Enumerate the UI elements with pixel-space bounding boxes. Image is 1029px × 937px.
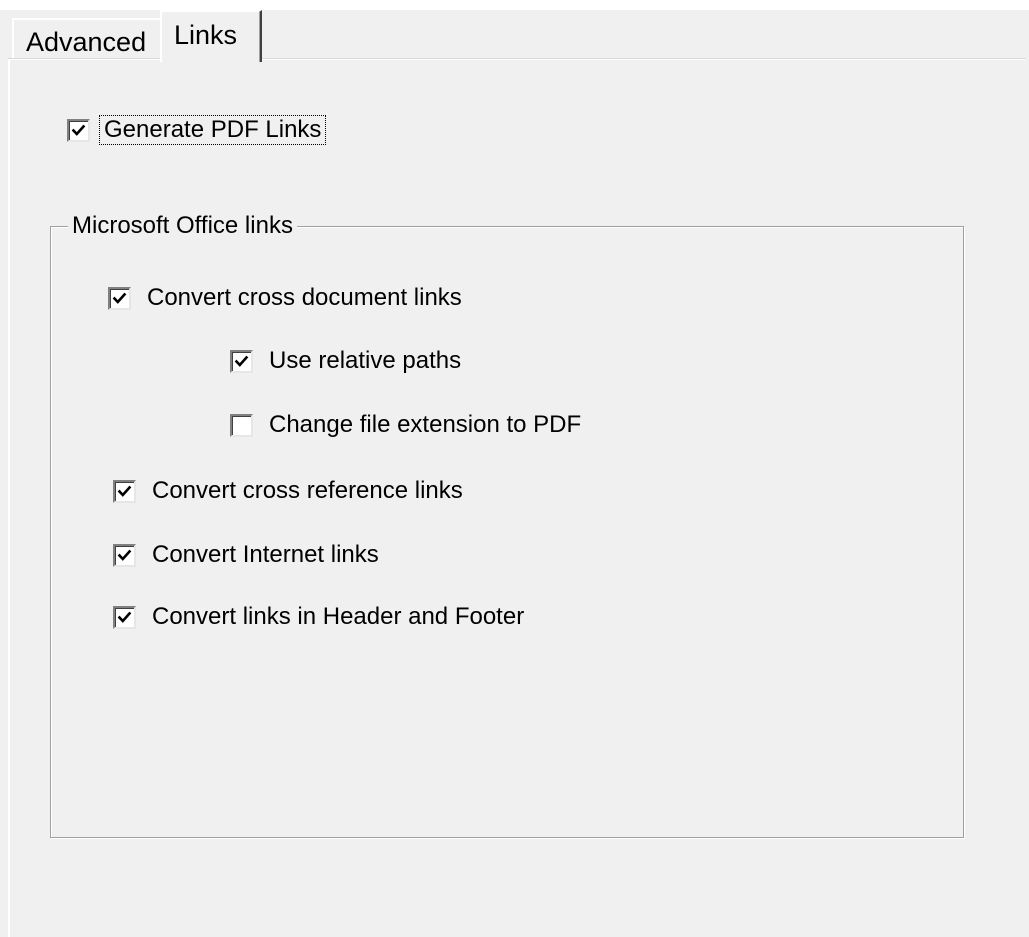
convert-cross-reference-links-label[interactable]: Convert cross reference links [152,479,463,503]
check-mark-icon [117,611,132,623]
convert-cross-document-links-checkbox[interactable] [108,286,131,310]
microsoft-office-links-group [50,226,964,838]
change-file-extension-option[interactable]: Change file extension to PDF [230,413,581,437]
convert-header-footer-links-label[interactable]: Convert links in Header and Footer [152,605,524,629]
generate-pdf-links-option[interactable]: Generate PDF Links [67,115,327,145]
check-mark-icon [117,485,132,497]
convert-header-footer-links-checkbox[interactable] [113,605,136,629]
use-relative-paths-checkbox[interactable] [230,349,253,373]
check-mark-icon [71,124,86,136]
tab-advanced[interactable]: Advanced [12,18,160,60]
use-relative-paths-label[interactable]: Use relative paths [269,349,461,373]
tab-links-label: Links [174,20,238,50]
top-strip [0,0,1029,10]
convert-cross-reference-links-checkbox[interactable] [113,479,136,503]
tab-advanced-label: Advanced [26,27,147,57]
convert-cross-reference-links-option[interactable]: Convert cross reference links [113,479,463,503]
convert-internet-links-label[interactable]: Convert Internet links [152,543,379,567]
convert-cross-document-links-label[interactable]: Convert cross document links [147,286,462,310]
generate-pdf-links-label[interactable]: Generate PDF Links [98,115,327,145]
convert-cross-document-links-option[interactable]: Convert cross document links [108,286,462,310]
tab-links[interactable]: Links [160,10,262,62]
check-mark-icon [234,355,249,367]
use-relative-paths-option[interactable]: Use relative paths [230,349,461,373]
generate-pdf-links-checkbox[interactable] [67,118,90,142]
change-file-extension-label[interactable]: Change file extension to PDF [269,413,581,437]
links-settings-page: Advanced Links Generate PDF Links Micros… [0,0,1029,937]
convert-header-footer-links-option[interactable]: Convert links in Header and Footer [113,605,524,629]
check-mark-icon [112,292,127,304]
convert-internet-links-checkbox[interactable] [113,543,136,567]
convert-internet-links-option[interactable]: Convert Internet links [113,543,379,567]
microsoft-office-links-legend: Microsoft Office links [68,212,297,241]
check-mark-icon [117,549,132,561]
change-file-extension-checkbox[interactable] [230,413,253,437]
